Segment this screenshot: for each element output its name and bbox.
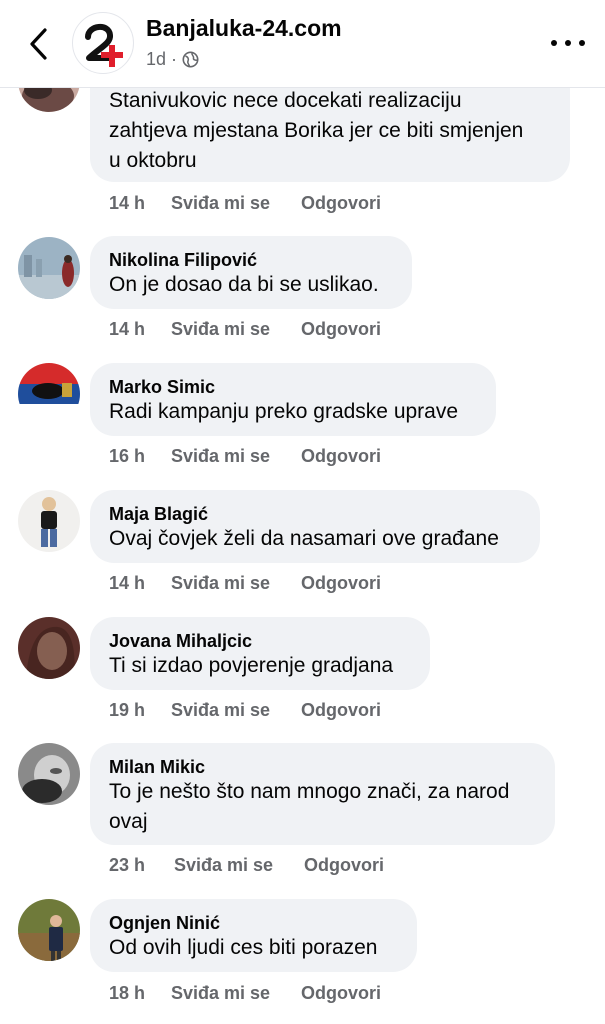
like-button[interactable]: Sviđa mi se [171,983,270,1004]
like-button[interactable]: Sviđa mi se [171,193,270,214]
comment-text: Stanivukovic nece docekati realizaciju [109,89,462,112]
back-button[interactable] [20,24,56,64]
comment-bubble: Ognjen Ninić Od ovih ljudi ces biti pora… [90,899,417,972]
comment-author[interactable]: Milan Mikic [109,757,205,778]
reply-button[interactable]: Odgovori [301,193,381,214]
comment-avatar[interactable] [18,617,80,679]
comment-bubble: Jovana Mihaljcic Ti si izdao povjerenje … [90,617,430,690]
reply-button[interactable]: Odgovori [301,573,381,594]
comment-time: 14 h [109,573,146,593]
comment-time: 14 h [109,319,146,339]
reply-button[interactable]: Odgovori [301,446,381,467]
comment-text: zahtjeva mjestana Borika jer ce biti smj… [109,119,524,142]
comment-text: Ovaj čovjek želi da nasamari ove građane [109,527,499,550]
post-meta: 1d · [146,49,199,70]
reply-button[interactable]: Odgovori [301,700,381,721]
more-options-button[interactable] [551,30,585,56]
more-dot [579,40,585,46]
comment-author[interactable]: Jovana Mihaljcic [109,631,252,652]
page-name[interactable]: Banjaluka-24.com [146,15,342,42]
comment-author[interactable]: Ognjen Ninić [109,913,220,934]
like-button[interactable]: Sviđa mi se [174,855,273,876]
comment-author[interactable]: Marko Simic [109,377,215,398]
more-horizontal-icon [551,40,557,46]
comment-avatar[interactable] [18,490,80,552]
comment-text: ovaj [109,810,148,833]
post-header: Banjaluka-24.com 1d · [0,0,605,88]
header-divider [0,87,605,88]
comment-time: 14 h [109,193,146,213]
post-age: 1d [146,49,167,69]
page-logo[interactable] [72,12,134,74]
comment-bubble: Marko Simic Radi kampanju preko gradske … [90,363,496,436]
reply-button[interactable]: Odgovori [304,855,384,876]
comment-author[interactable]: Nikolina Filipović [109,250,257,271]
comment-text: u oktobru [109,149,197,172]
reply-button[interactable]: Odgovori [301,983,381,1004]
comment-text: Radi kampanju preko gradske uprave [109,400,459,423]
comment-avatar[interactable] [18,237,80,299]
like-button[interactable]: Sviđa mi se [171,319,270,340]
comment-bubble: Maja Blagić Ovaj čovjek želi da nasamari… [90,490,540,563]
comment-avatar[interactable] [18,743,80,805]
like-button[interactable]: Sviđa mi se [171,446,270,467]
comment-avatar[interactable] [18,363,80,425]
globe-icon [182,51,199,68]
meta-separator: · [171,49,178,69]
comment-text: Ti si izdao povjerenje gradjana [109,654,394,677]
chevron-left-icon [30,28,47,60]
comment-time: 16 h [109,446,146,466]
reply-button[interactable]: Odgovori [301,319,381,340]
comment-avatar[interactable] [18,899,80,961]
comment-author[interactable]: Maja Blagić [109,504,208,525]
comment-time: 19 h [109,700,146,720]
comment-time: 23 h [109,855,146,875]
comment-text: On je dosao da bi se uslikao. [109,273,379,296]
comment-text: To je nešto što nam mnogo znači, za naro… [109,780,510,803]
more-dot [565,40,571,46]
comment-time: 18 h [109,983,146,1003]
like-button[interactable]: Sviđa mi se [171,700,270,721]
comment-text: Od ovih ljudi ces biti porazen [109,936,378,959]
comment-bubble: Nikolina Filipović On je dosao da bi se … [90,236,412,309]
comment-bubble: Milan Mikic To je nešto što nam mnogo zn… [90,743,555,845]
like-button[interactable]: Sviđa mi se [171,573,270,594]
banjaluka-24-logo [85,24,123,67]
